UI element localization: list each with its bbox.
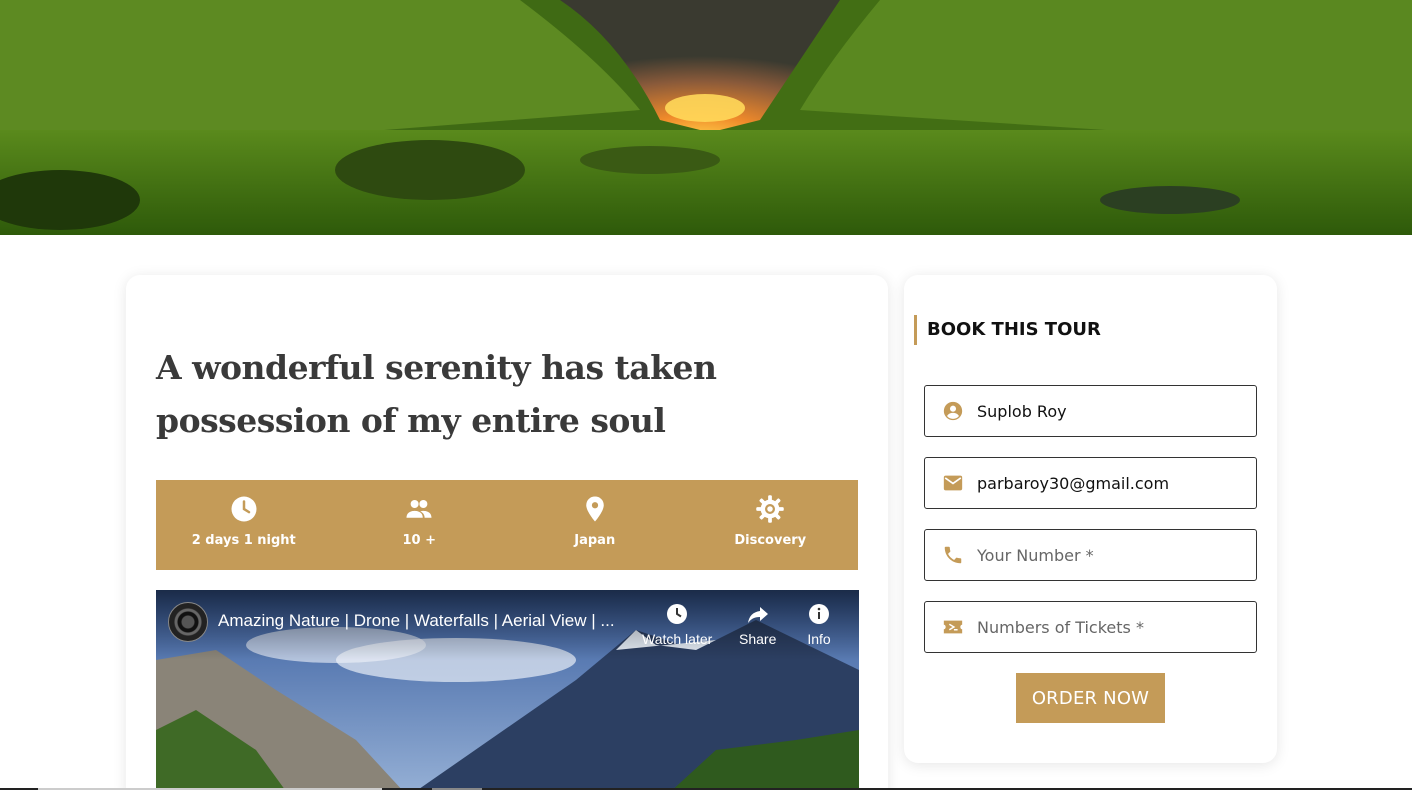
feature-category: Discovery <box>683 480 859 570</box>
video-title[interactable]: Amazing Nature | Drone | Waterfalls | Ae… <box>218 611 615 631</box>
tour-features-bar: 2 days 1 night 10 + Japan Discovery <box>156 480 858 570</box>
tickets-field[interactable]: Numbers of Tickets * <box>924 601 1257 653</box>
feature-group-size-label: 10 + <box>402 533 436 548</box>
feature-group-size: 10 + <box>332 480 508 570</box>
feature-location: Japan <box>507 480 683 570</box>
phone-icon <box>944 546 962 564</box>
account-circle-icon <box>943 401 963 421</box>
share-arrow-icon <box>747 607 768 623</box>
booking-heading: BOOK THIS TOUR <box>914 315 1101 345</box>
info-label: Info <box>807 631 831 647</box>
feature-category-label: Discovery <box>734 533 807 548</box>
share-button[interactable]: Share <box>739 602 776 647</box>
ticket-icon <box>943 620 963 634</box>
email-value: parbaroy30@gmail.com <box>977 473 1170 493</box>
tickets-placeholder: Numbers of Tickets * <box>977 617 1144 637</box>
hero-banner <box>0 0 1412 235</box>
channel-avatar[interactable] <box>168 602 208 642</box>
feature-duration: 2 days 1 night <box>156 480 332 570</box>
info-icon <box>809 604 829 624</box>
video-player[interactable]: Amazing Nature | Drone | Waterfalls | Ae… <box>156 590 859 790</box>
info-button[interactable]: Info <box>807 602 831 647</box>
feature-duration-label: 2 days 1 night <box>191 533 296 548</box>
name-value: Suplob Roy <box>977 401 1067 421</box>
name-field[interactable]: Suplob Roy <box>924 385 1257 437</box>
location-pin-icon <box>586 496 604 522</box>
watch-later-label: Watch later <box>642 631 713 647</box>
watch-later-button[interactable]: Watch later <box>642 602 712 647</box>
mail-icon <box>943 475 963 491</box>
gear-icon <box>756 495 784 523</box>
email-field[interactable]: parbaroy30@gmail.com <box>924 457 1257 509</box>
tour-title: A wonderful serenity has taken possessio… <box>156 348 717 440</box>
people-icon <box>406 500 432 518</box>
clock-icon <box>667 604 688 624</box>
order-now-button[interactable]: ORDER NOW <box>1016 673 1165 723</box>
clock-icon <box>231 496 257 522</box>
phone-placeholder: Your Number * <box>977 545 1094 565</box>
booking-card: BOOK THIS TOUR Suplob Roy parbaroy30@gma… <box>904 275 1277 763</box>
tour-details-card: A wonderful serenity has taken possessio… <box>126 275 888 790</box>
feature-location-label: Japan <box>574 533 616 548</box>
share-label: Share <box>739 631 777 647</box>
phone-field[interactable]: Your Number * <box>924 529 1257 581</box>
hero-landscape-image <box>0 0 1412 235</box>
